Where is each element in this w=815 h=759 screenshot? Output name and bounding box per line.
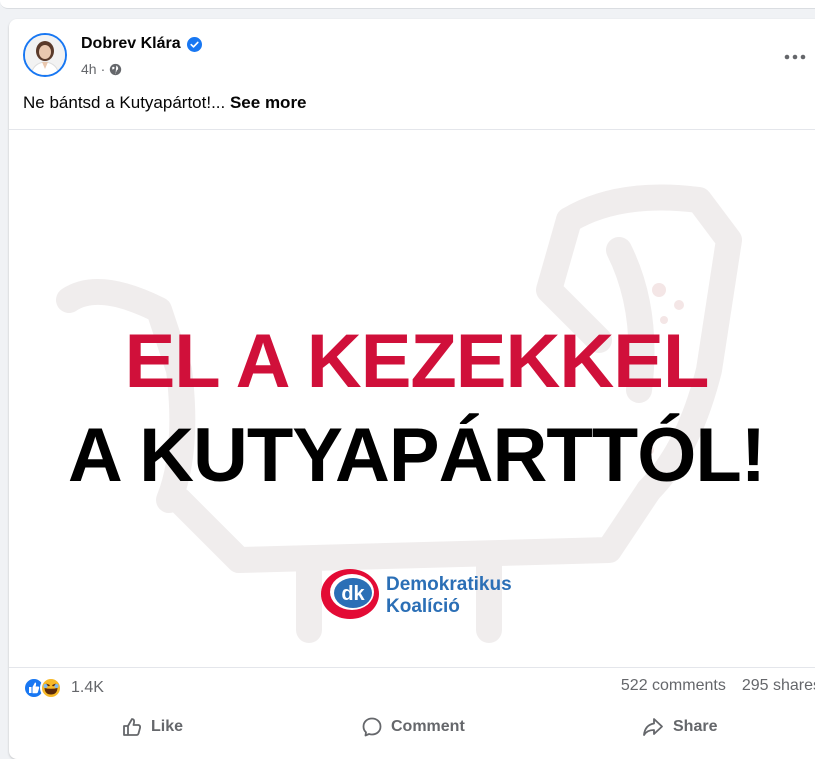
avatar-image [25,35,65,75]
share-icon [643,718,663,736]
post-image[interactable]: EL A KEZEKKEL A KUTYAPÁRTTÓL! dk Demokra… [9,129,815,668]
like-button[interactable]: Like [121,716,183,738]
like-label: Like [151,718,184,735]
more-dots-icon [784,54,806,60]
comment-label: Comment [391,718,465,735]
reaction-count[interactable]: 1.4K [71,679,104,697]
slogan-line-black: A KUTYAPÁRTTÓL! [67,413,766,498]
share-button[interactable]: Share [641,716,717,738]
engagement-counts: 522 comments 295 shares [621,677,815,695]
previous-post-edge [0,0,815,9]
globe-icon[interactable] [109,63,122,76]
reaction-icons [23,677,62,699]
caption-text: Ne bántsd a Kutyapártot!... [23,93,226,112]
post-caption: Ne bántsd a Kutyapártot!... See more [23,93,307,113]
slogan-line-red: EL A KEZEKKEL [124,319,710,404]
post-meta: 4h · [81,61,122,77]
like-icon [123,718,141,736]
share-label: Share [673,718,718,735]
comment-button[interactable]: Comment [361,716,465,738]
post-stats: 1.4K 522 comments 295 shares [23,677,815,701]
more-options-button[interactable] [777,45,813,69]
author-name[interactable]: Dobrev Klára [81,35,181,53]
post-actions: Like Comment Share [9,707,815,747]
dk-logo-name: Demokratikus Koalíció [386,574,512,618]
dk-name-line1: Demokratikus [386,574,512,595]
meta-separator: · [100,61,106,77]
reactions-summary[interactable]: 1.4K [23,677,104,699]
dk-name-line2: Koalíció [386,596,460,617]
post-header: Dobrev Klára 4h · [23,33,813,83]
dk-logo-initials: dk [341,583,365,605]
post-time[interactable]: 4h [81,61,97,77]
shares-count[interactable]: 295 shares [742,677,815,695]
author-name-row: Dobrev Klára [81,35,202,53]
comment-icon [362,717,382,737]
dk-logo-icon: dk [321,569,379,619]
comments-count[interactable]: 522 comments [621,677,726,695]
author-avatar[interactable] [23,33,67,77]
see-more-link[interactable]: See more [230,93,307,112]
post-card: Dobrev Klára 4h · Ne bántsd a Kutyapárto… [9,19,815,759]
verified-badge-icon [186,36,202,52]
